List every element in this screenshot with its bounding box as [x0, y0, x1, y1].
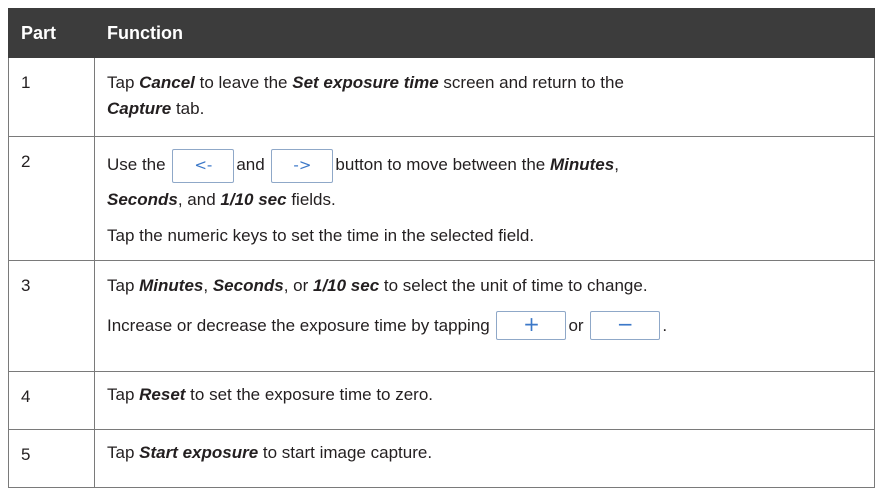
function-cell: Use the <- and -> button to move between t…: [94, 136, 875, 261]
text: to select the unit of time to change.: [379, 276, 648, 295]
capture-term: Capture: [107, 99, 172, 118]
minutes-term: Minutes: [549, 155, 615, 174]
table-row: 2 Use the <- and -> button to move between…: [8, 136, 875, 261]
part-number: 3: [8, 260, 95, 372]
text: ,: [614, 155, 619, 174]
text: Tap: [107, 73, 140, 92]
text: , and: [177, 190, 221, 209]
seconds-term: Seconds: [107, 190, 178, 209]
function-cell: Tap Cancel to leave the Set exposure tim…: [94, 57, 875, 137]
table-row: 4 Tap Reset to set the exposure time to …: [8, 371, 875, 430]
text: .: [662, 316, 668, 335]
text: Increase or decrease the exposure time b…: [107, 316, 495, 335]
function-cell: Tap Minutes, Seconds, or 1/10 sec to sel…: [94, 260, 875, 372]
left-arrow-button: <-: [172, 149, 235, 183]
text: Tap: [107, 385, 140, 404]
table-row: 3 Tap Minutes, Seconds, or 1/10 sec to s…: [8, 260, 875, 372]
table-row: 5 Tap Start exposure to start image capt…: [8, 429, 875, 488]
part-number: 4: [8, 371, 95, 430]
function-text: Tap Cancel to leave the Set exposure tim…: [107, 70, 862, 122]
text: button to move between the: [335, 155, 550, 174]
minus-button: −: [590, 311, 661, 340]
seconds-term: Seconds: [212, 276, 284, 295]
reset-term: Reset: [139, 385, 186, 404]
tenth-sec-term: 1/10 sec: [312, 276, 380, 295]
text: to start image capture.: [258, 443, 433, 462]
text: to leave the: [194, 73, 293, 92]
text: screen and return to the: [438, 73, 624, 92]
text: Tap: [107, 276, 140, 295]
part-number: 1: [8, 57, 95, 137]
function-text: Use the <- and -> button to move between t…: [107, 149, 862, 183]
part-number: 5: [8, 429, 95, 488]
function-text: Seconds, and 1/10 sec fields.: [107, 187, 862, 213]
minutes-term: Minutes: [139, 276, 204, 295]
function-text: Tap the numeric keys to set the time in …: [107, 226, 535, 245]
function-cell: Tap Start exposure to start image captur…: [94, 429, 875, 488]
function-cell: Tap Reset to set the exposure time to ze…: [94, 371, 875, 430]
header-function: Function: [94, 8, 875, 58]
function-text: Increase or decrease the exposure time b…: [107, 311, 862, 340]
text: and: [236, 155, 265, 174]
cancel-term: Cancel: [139, 73, 195, 92]
text: or: [568, 316, 584, 335]
text: Use the: [107, 155, 171, 174]
parts-function-table: Part Function 1 Tap Cancel to leave the …: [8, 8, 875, 488]
tenth-sec-term: 1/10 sec: [220, 190, 287, 209]
text: tab.: [171, 99, 205, 118]
text: , or: [283, 276, 313, 295]
header-part: Part: [8, 8, 95, 58]
plus-button: +: [496, 311, 567, 340]
function-text: Tap Minutes, Seconds, or 1/10 sec to sel…: [107, 273, 862, 299]
table-row: 1 Tap Cancel to leave the Set exposure t…: [8, 57, 875, 137]
text: ,: [203, 276, 213, 295]
start-exposure-term: Start exposure: [139, 443, 259, 462]
text: fields.: [286, 190, 336, 209]
right-arrow-button: ->: [271, 149, 334, 183]
part-number: 2: [8, 136, 95, 261]
function-text: Tap Start exposure to start image captur…: [107, 440, 862, 466]
set-exposure-time-term: Set exposure time: [292, 73, 439, 92]
function-text: Tap Reset to set the exposure time to ze…: [107, 382, 862, 408]
text: to set the exposure time to zero.: [185, 385, 434, 404]
table-header-row: Part Function: [8, 8, 875, 58]
text: Tap: [107, 443, 140, 462]
